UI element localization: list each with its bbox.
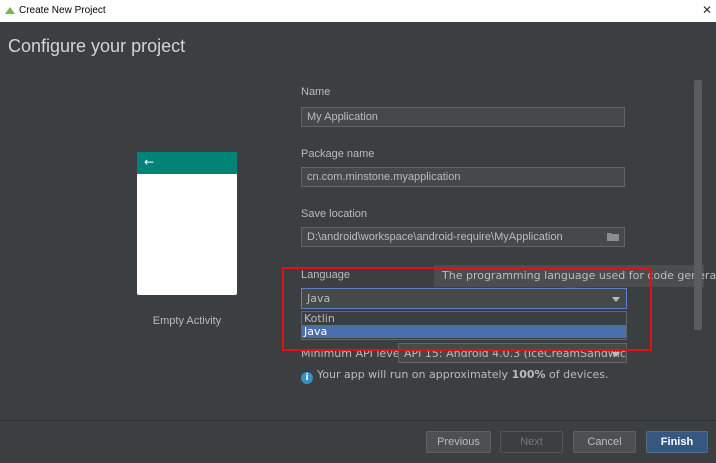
name-label: Name [301,86,331,98]
device-coverage-info: i Your app will run on approximately 100%… [301,368,609,384]
title-bar: Create New Project ✕ [0,0,716,22]
content-area: ← Empty Activity Name My Application Pac… [0,72,716,420]
location-label: Save location [301,208,368,220]
cancel-button[interactable]: Cancel [573,431,636,453]
cancel-label: Cancel [587,436,622,448]
android-studio-icon [5,7,15,14]
info-suffix: of devices. [549,368,609,381]
info-prefix: Your app will run on approximately [317,368,509,381]
button-bar: Previous Next Cancel Finish [0,420,716,463]
info-icon: i [301,372,313,384]
page-title: Configure your project [8,36,186,56]
info-percent: 100% [511,368,546,381]
package-label: Package name [301,148,375,160]
previous-button[interactable]: Previous [426,431,491,453]
location-field[interactable]: D:\android\workspace\android-require\MyA… [301,227,625,247]
finish-button[interactable]: Finish [646,431,708,453]
package-field[interactable]: cn.com.minstone.myapplication [301,167,625,187]
page-header: Configure your project [0,22,716,72]
next-label: Next [520,436,543,448]
finish-label: Finish [660,436,694,448]
preview-toolbar: ← [137,152,237,174]
location-value: D:\android\workspace\android-require\MyA… [307,231,563,243]
next-button[interactable]: Next [500,431,563,453]
window-title: Create New Project [19,5,106,16]
activity-preview: ← [137,152,237,295]
close-icon[interactable]: ✕ [702,3,712,17]
annotation-highlight [282,267,652,351]
scrollbar[interactable] [694,80,702,330]
previous-label: Previous [437,436,480,448]
chevron-down-icon [612,352,620,357]
folder-icon[interactable] [607,232,619,241]
back-arrow-icon: ← [144,155,155,169]
template-name: Empty Activity [152,315,222,327]
name-field[interactable]: My Application [301,107,625,127]
